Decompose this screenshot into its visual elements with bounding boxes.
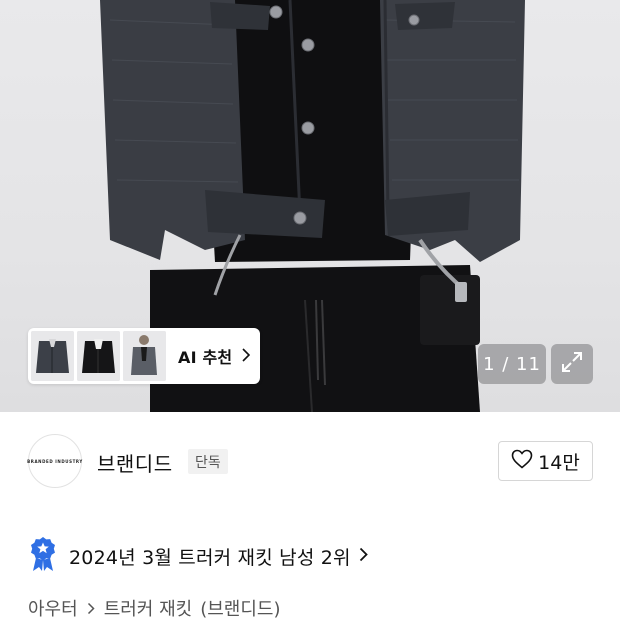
brand-row: BRANDED INDUSTRY 브랜디드 단독 14만 (0, 412, 620, 510)
product-image-carousel[interactable]: AI 추천 1 / 11 (0, 0, 620, 412)
breadcrumb-item-trucker-jacket[interactable]: 트러커 재킷 (104, 595, 193, 620)
chevron-right-icon (87, 602, 95, 615)
ai-recommend-card[interactable]: AI 추천 (28, 328, 260, 384)
ai-recommend-label: AI 추천 (178, 348, 233, 367)
black-jacket-thumb (77, 331, 120, 381)
category-breadcrumb: 아우터 트러커 재킷 (브랜디드) (28, 594, 281, 620)
like-count: 14만 (538, 451, 580, 474)
brand-logo[interactable]: BRANDED INDUSTRY (27, 434, 83, 488)
brand-name-link[interactable]: 브랜디드 (97, 448, 173, 477)
ranking-link[interactable]: 2024년 3월 트러커 재킷 남성 2위 (28, 536, 368, 576)
ranking-text: 2024년 3월 트러커 재킷 남성 2위 (69, 546, 351, 569)
ranking-badge-icon (28, 536, 58, 576)
breadcrumb-item-outer[interactable]: 아우터 (28, 595, 78, 620)
breadcrumb-brand[interactable]: (브랜디드) (200, 595, 280, 620)
like-button[interactable]: 14만 (498, 441, 593, 481)
chevron-right-icon (359, 547, 368, 566)
heart-icon (511, 449, 533, 473)
expand-image-button[interactable] (551, 344, 593, 384)
exclusive-badge: 단독 (188, 449, 228, 474)
chevron-right-icon (242, 347, 251, 366)
expand-icon (560, 350, 584, 378)
model-thumb (123, 331, 166, 381)
brand-logo-text: BRANDED INDUSTRY (27, 458, 83, 464)
image-counter: 1 / 11 (478, 344, 546, 384)
denim-jacket-thumb (31, 331, 74, 381)
